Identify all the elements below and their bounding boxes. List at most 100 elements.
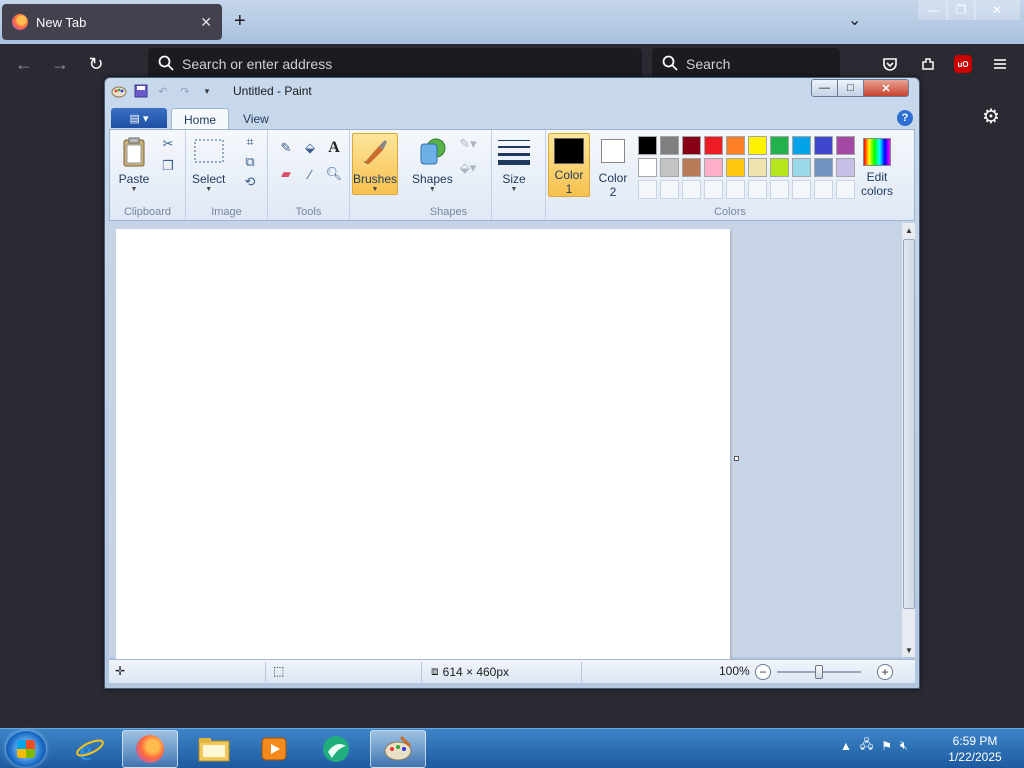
volume-muted-icon[interactable]: 🔇︎ <box>900 738 908 753</box>
network-icon[interactable]: 🖧︎ <box>860 735 873 756</box>
color1-button[interactable]: Color 1 <box>548 133 590 197</box>
redo-icon[interactable]: ↷ <box>177 83 193 99</box>
url-bar[interactable] <box>148 48 642 80</box>
settings-gear-icon[interactable]: ⚙ <box>982 104 1000 129</box>
paste-button[interactable]: Paste ▼ <box>118 136 150 193</box>
palette-swatch[interactable] <box>660 136 679 155</box>
forward-button[interactable]: → <box>48 52 72 76</box>
palette-swatch[interactable] <box>704 136 723 155</box>
palette-swatch[interactable] <box>792 158 811 177</box>
undo-icon[interactable]: ↶ <box>155 83 171 99</box>
zoom-slider-thumb[interactable] <box>815 665 823 679</box>
new-tab-button[interactable]: + <box>234 10 246 33</box>
custom-color-slot[interactable] <box>682 180 701 199</box>
tab-new-tab[interactable]: New Tab ✕ <box>2 4 222 40</box>
edit-colors-button[interactable]: Edit colors <box>854 138 900 198</box>
select-button[interactable]: Select ▼ <box>192 136 225 193</box>
show-hidden-icons-icon[interactable]: ▲ <box>840 739 852 753</box>
color2-button[interactable]: Color 2 <box>594 137 632 199</box>
tab-view[interactable]: View <box>231 108 281 130</box>
pocket-icon[interactable] <box>880 54 900 74</box>
back-button[interactable]: ← <box>12 52 36 76</box>
tab-home[interactable]: Home <box>171 108 230 130</box>
palette-swatch[interactable] <box>660 158 679 177</box>
paint-minimize-button[interactable]: — <box>811 79 838 97</box>
copy-icon[interactable]: ❐ <box>158 156 178 176</box>
zoom-out-icon[interactable]: − <box>755 664 771 680</box>
vertical-scrollbar[interactable]: ▲ ▼ <box>901 223 915 657</box>
custom-color-slot[interactable] <box>638 180 657 199</box>
palette-swatch[interactable] <box>770 158 789 177</box>
custom-color-slot[interactable] <box>770 180 789 199</box>
palette-swatch[interactable] <box>814 136 833 155</box>
size-button[interactable]: Size ▼ <box>498 136 530 193</box>
palette-swatch[interactable] <box>704 158 723 177</box>
magnifier-icon[interactable]: 🔍︎ <box>324 164 344 184</box>
brushes-button[interactable]: Brushes ▼ <box>352 133 398 195</box>
palette-swatch[interactable] <box>682 136 701 155</box>
taskbar-media-player[interactable] <box>246 730 302 768</box>
window-restore-button[interactable]: ❐ <box>946 0 976 20</box>
tab-close-icon[interactable]: ✕ <box>200 14 212 31</box>
help-icon[interactable]: ? <box>897 110 913 126</box>
hamburger-menu-icon[interactable] <box>990 54 1010 74</box>
custom-color-slot[interactable] <box>748 180 767 199</box>
fill-shape-icon[interactable]: ⬙▾ <box>458 158 478 178</box>
search-input[interactable] <box>686 56 836 72</box>
palette-swatch[interactable] <box>836 136 855 155</box>
color-picker-icon[interactable]: ⁄ <box>300 164 320 184</box>
fill-icon[interactable]: ⬙ <box>300 138 320 158</box>
custom-color-slot[interactable] <box>704 180 723 199</box>
paint-menu-button[interactable]: ▤ ▾ <box>111 108 167 128</box>
shapes-button[interactable]: Shapes ▼ <box>412 136 453 193</box>
palette-swatch[interactable] <box>726 158 745 177</box>
reload-button[interactable]: ↻ <box>84 52 108 76</box>
outline-icon[interactable]: ✎▾ <box>458 134 478 154</box>
palette-swatch[interactable] <box>792 136 811 155</box>
pencil-icon[interactable]: ✎ <box>276 138 296 158</box>
extensions-icon[interactable] <box>918 54 938 74</box>
palette-swatch[interactable] <box>770 136 789 155</box>
taskbar-internet-explorer[interactable]: e <box>62 730 118 768</box>
clock[interactable]: 6:59 PM 1/22/2025 <box>940 733 1010 765</box>
cut-icon[interactable]: ✂ <box>158 134 178 154</box>
scroll-down-icon[interactable]: ▼ <box>902 643 916 657</box>
custom-color-slot[interactable] <box>836 180 855 199</box>
crop-icon[interactable]: ⌗ <box>240 132 260 152</box>
taskbar-paint[interactable] <box>370 730 426 768</box>
custom-color-slot[interactable] <box>726 180 745 199</box>
palette-swatch[interactable] <box>726 136 745 155</box>
paint-close-button[interactable]: ✕ <box>863 79 909 97</box>
paint-maximize-button[interactable]: □ <box>837 79 864 97</box>
taskbar-file-explorer[interactable] <box>186 730 242 768</box>
eraser-icon[interactable]: ▰ <box>276 164 296 184</box>
action-center-flag-icon[interactable]: ⚑ <box>881 739 892 753</box>
search-bar[interactable] <box>652 48 840 80</box>
url-input[interactable] <box>182 56 582 72</box>
window-close-button[interactable]: ✕ <box>974 0 1020 20</box>
palette-swatch[interactable] <box>748 158 767 177</box>
window-minimize-button[interactable]: — <box>918 0 948 20</box>
palette-swatch[interactable] <box>836 158 855 177</box>
taskbar-firefox[interactable] <box>122 730 178 768</box>
palette-swatch[interactable] <box>638 158 657 177</box>
palette-swatch[interactable] <box>748 136 767 155</box>
custom-color-slot[interactable] <box>660 180 679 199</box>
palette-swatch[interactable] <box>814 158 833 177</box>
text-icon[interactable]: A <box>324 138 344 158</box>
zoom-in-icon[interactable]: + <box>877 664 893 680</box>
palette-swatch[interactable] <box>638 136 657 155</box>
rotate-icon[interactable]: ⟲ <box>240 172 260 192</box>
list-all-tabs-button[interactable]: ⌄ <box>848 10 861 30</box>
scroll-up-icon[interactable]: ▲ <box>902 223 916 237</box>
palette-swatch[interactable] <box>682 158 701 177</box>
custom-color-slot[interactable] <box>792 180 811 199</box>
ublock-origin-icon[interactable]: uO <box>954 55 972 73</box>
drawing-canvas[interactable] <box>116 229 730 659</box>
taskbar-app-green[interactable] <box>308 730 364 768</box>
resize-icon[interactable]: ⧉ <box>240 152 260 172</box>
scroll-thumb[interactable] <box>903 239 915 609</box>
canvas-resize-handle[interactable] <box>734 456 739 461</box>
custom-color-slot[interactable] <box>814 180 833 199</box>
save-icon[interactable] <box>133 83 149 99</box>
